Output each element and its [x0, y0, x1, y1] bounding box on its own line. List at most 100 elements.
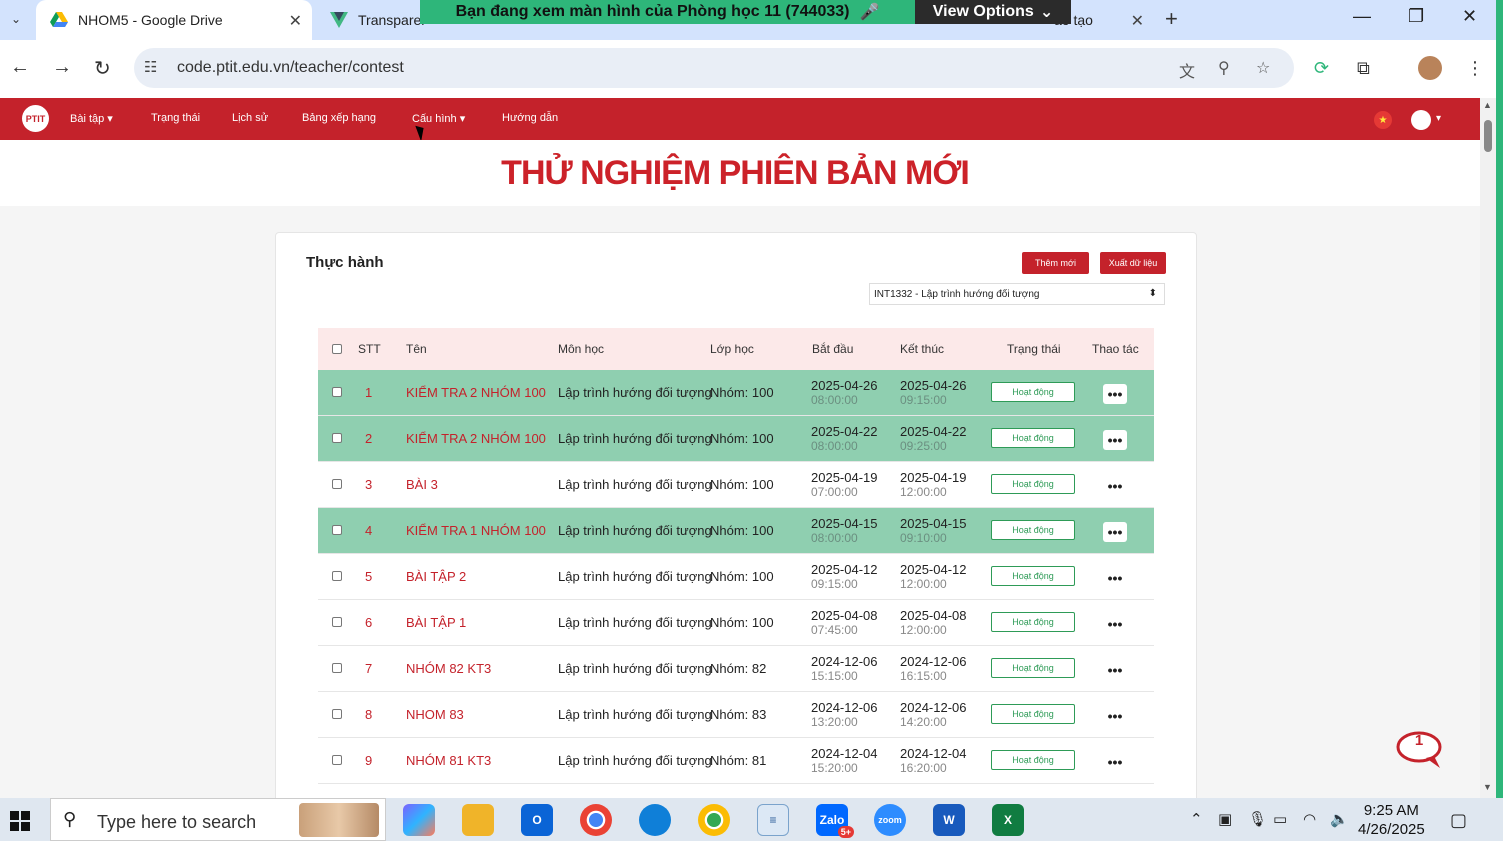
back-icon[interactable]: ←	[10, 56, 30, 79]
header-ten[interactable]: Tên	[406, 342, 427, 356]
word-icon[interactable]: W	[933, 804, 965, 836]
table-row[interactable]: 5 BÀI TẬP 2 Lập trình hướng đối tượng Nh…	[318, 554, 1154, 600]
copilot-icon[interactable]	[403, 804, 435, 836]
tab-google-drive[interactable]: NHOM5 - Google Drive ✕	[36, 0, 312, 40]
zoom-icon[interactable]: ⚲	[1218, 58, 1230, 78]
windows-start-icon[interactable]	[10, 811, 30, 831]
more-actions-icon[interactable]: •••	[1103, 476, 1127, 496]
new-tab-icon[interactable]: +	[1165, 6, 1178, 32]
row-checkbox[interactable]	[332, 755, 342, 765]
row-name-link[interactable]: KIỂM TRA 2 NHÓM 100	[406, 385, 546, 400]
row-name-link[interactable]: NHÓM 82 KT3	[406, 661, 491, 676]
export-data-button[interactable]: Xuất dữ liệu	[1100, 252, 1166, 274]
course-select[interactable]: INT1332 - Lập trình hướng đối tượng ⬍	[869, 283, 1165, 305]
chevron-down-icon[interactable]: ▾	[1436, 113, 1441, 124]
vietnam-flag-icon[interactable]: ★	[1374, 111, 1392, 129]
url-text[interactable]: code.ptit.edu.vn/teacher/contest	[177, 59, 404, 77]
header-mon-hoc[interactable]: Môn học	[558, 342, 604, 356]
restore-icon[interactable]: ❐	[1408, 6, 1424, 27]
taskbar-clock[interactable]: 9:25 AM 4/26/2025	[1358, 801, 1425, 839]
nav-huong-dan[interactable]: Hướng dẫn	[502, 112, 558, 124]
menu-kebab-icon[interactable]: ⋮	[1466, 58, 1484, 79]
site-logo[interactable]: PTIT	[22, 105, 49, 132]
page-scrollbar[interactable]: ▲ ▼	[1480, 98, 1496, 798]
taskbar-search[interactable]: ⚲ Type here to search	[50, 798, 386, 841]
row-name-link[interactable]: NHÓM 81 KT3	[406, 753, 491, 768]
header-lop-hoc[interactable]: Lớp học	[710, 342, 754, 356]
row-checkbox[interactable]	[332, 479, 342, 489]
more-actions-icon[interactable]: •••	[1103, 568, 1127, 588]
header-stt[interactable]: STT	[358, 342, 381, 356]
address-bar[interactable]: ☷ code.ptit.edu.vn/teacher/contest 文 ⚲ ☆	[134, 48, 1294, 88]
nav-bang-xep-hang[interactable]: Bảng xếp hạng	[302, 112, 376, 124]
battery-icon[interactable]: ▭	[1273, 810, 1287, 828]
more-actions-icon[interactable]: •••	[1103, 522, 1127, 542]
more-actions-icon[interactable]: •••	[1103, 430, 1127, 450]
scrollbar-thumb[interactable]	[1484, 120, 1492, 152]
microphone-icon[interactable]: 🎙	[1248, 810, 1267, 828]
notification-icon[interactable]: ▢	[1450, 810, 1467, 831]
row-checkbox[interactable]	[332, 709, 342, 719]
row-name-link[interactable]: NHOM 83	[406, 707, 464, 722]
minimize-icon[interactable]: —	[1353, 6, 1371, 27]
chrome-profile-icon[interactable]	[698, 804, 730, 836]
more-actions-icon[interactable]: •••	[1103, 614, 1127, 634]
row-name-link[interactable]: BÀI TẬP 1	[406, 615, 466, 630]
table-row[interactable]: 3 BÀI 3 Lập trình hướng đối tượng Nhóm: …	[318, 462, 1154, 508]
microphone-muted-icon[interactable]: 🎤	[859, 2, 879, 22]
tab-search-icon[interactable]: ⌄	[4, 8, 28, 30]
row-checkbox[interactable]	[332, 571, 342, 581]
row-name-link[interactable]: KIỂM TRA 2 NHÓM 100	[406, 431, 546, 446]
header-ket-thuc[interactable]: Kết thúc	[900, 342, 944, 356]
nav-lich-su[interactable]: Lịch sử	[232, 112, 268, 124]
table-row[interactable]: 1 KIỂM TRA 2 NHÓM 100 Lập trình hướng đố…	[318, 370, 1154, 416]
row-checkbox[interactable]	[332, 433, 342, 443]
table-row[interactable]: 4 KIỂM TRA 1 NHÓM 100 Lập trình hướng đố…	[318, 508, 1154, 554]
row-checkbox[interactable]	[332, 387, 342, 397]
row-checkbox[interactable]	[332, 525, 342, 535]
translate-icon[interactable]: 文	[1179, 58, 1195, 82]
reload-icon[interactable]: ↻	[94, 56, 111, 81]
more-actions-icon[interactable]: •••	[1103, 660, 1127, 680]
row-name-link[interactable]: BÀI 3	[406, 477, 438, 492]
volume-icon[interactable]: 🔈	[1330, 810, 1349, 828]
notepad-icon[interactable]: ≡	[757, 804, 789, 836]
close-window-icon[interactable]: ✕	[1462, 6, 1477, 27]
nav-trang-thai[interactable]: Trạng thái	[151, 112, 200, 124]
row-checkbox[interactable]	[332, 617, 342, 627]
close-tab-icon[interactable]: ✕	[289, 11, 302, 31]
chrome-icon[interactable]	[580, 804, 612, 836]
file-explorer-icon[interactable]	[462, 804, 494, 836]
tab-transparent[interactable]: Transparer	[316, 0, 426, 40]
meet-now-icon[interactable]: ▣	[1218, 810, 1232, 828]
zoom-app-icon[interactable]: zoom	[874, 804, 906, 836]
excel-icon[interactable]: X	[992, 804, 1024, 836]
header-bat-dau[interactable]: Bắt đầu	[812, 342, 853, 356]
more-actions-icon[interactable]: •••	[1103, 752, 1127, 772]
user-avatar[interactable]	[1411, 110, 1431, 130]
zalo-icon[interactable]: Zalo 5+	[816, 804, 854, 838]
extension-sync-icon[interactable]: ⟳	[1314, 58, 1329, 79]
row-checkbox[interactable]	[332, 663, 342, 673]
table-row[interactable]: 6 BÀI TẬP 1 Lập trình hướng đối tượng Nh…	[318, 600, 1154, 646]
more-actions-icon[interactable]: •••	[1103, 706, 1127, 726]
more-actions-icon[interactable]: •••	[1103, 384, 1127, 404]
tray-overflow-icon[interactable]: ⌃	[1190, 810, 1203, 828]
outlook-icon[interactable]: O	[521, 804, 553, 836]
extensions-puzzle-icon[interactable]: ⧉	[1357, 58, 1370, 79]
close-tab-icon[interactable]: ✕	[1131, 11, 1144, 31]
profile-avatar[interactable]	[1418, 56, 1442, 80]
scroll-down-icon[interactable]: ▼	[1483, 782, 1492, 792]
site-info-icon[interactable]: ☷	[144, 58, 157, 76]
select-all-checkbox[interactable]	[332, 344, 342, 354]
bookmark-star-icon[interactable]: ☆	[1256, 58, 1270, 78]
table-row[interactable]: 2 KIỂM TRA 2 NHÓM 100 Lập trình hướng đố…	[318, 416, 1154, 462]
row-name-link[interactable]: BÀI TẬP 2	[406, 569, 466, 584]
table-row[interactable]: 9 NHÓM 81 KT3 Lập trình hướng đối tượng …	[318, 738, 1154, 784]
nav-bai-tap[interactable]: Bài tập ▾	[70, 112, 113, 125]
view-options-button[interactable]: View Options ⌄	[915, 0, 1071, 24]
table-row[interactable]: 8 NHOM 83 Lập trình hướng đối tượng Nhóm…	[318, 692, 1154, 738]
forward-icon[interactable]: →	[52, 56, 72, 79]
edge-icon[interactable]	[639, 804, 671, 836]
scroll-up-icon[interactable]: ▲	[1483, 100, 1492, 110]
